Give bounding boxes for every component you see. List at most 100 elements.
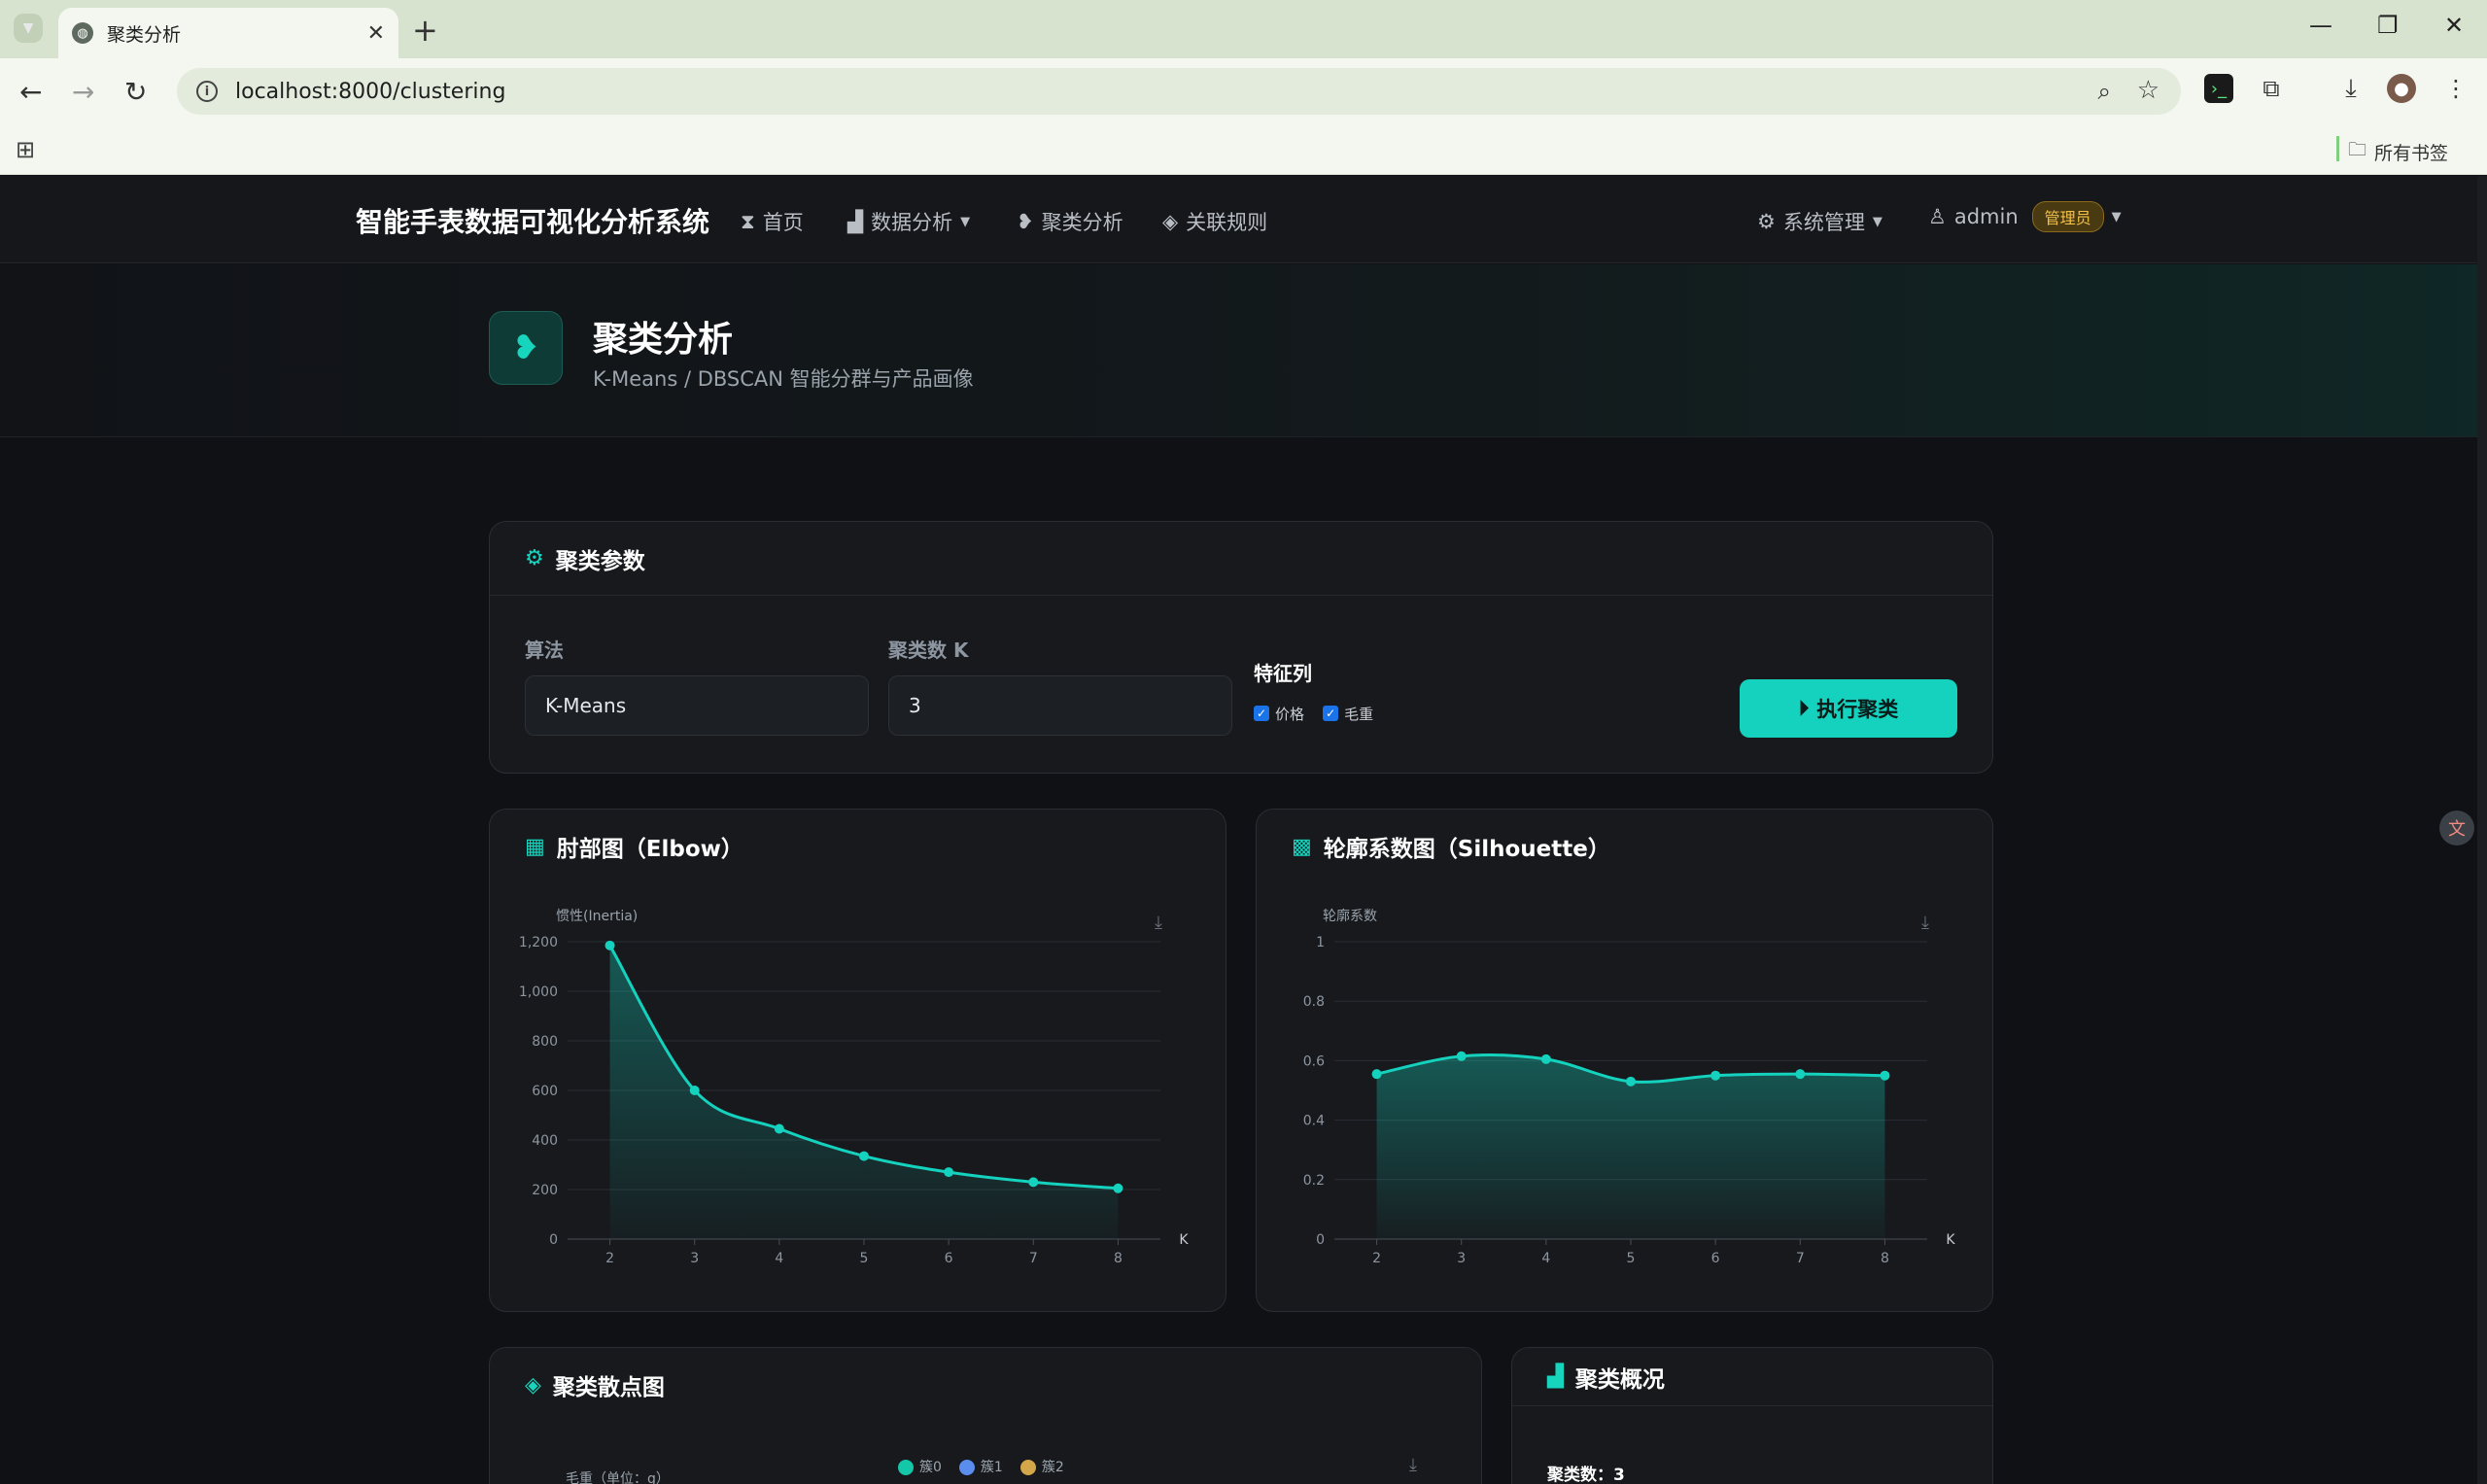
y-axis-label: 轮廓系数 xyxy=(1323,908,1377,924)
globe-icon: ◍ xyxy=(72,22,93,44)
cluster-count-row: 聚类数：3 xyxy=(1547,1461,1625,1484)
back-icon[interactable]: ← xyxy=(19,76,42,108)
download-chart-icon[interactable]: ⤓ xyxy=(1409,1455,1417,1475)
y-tick-label: 800 xyxy=(532,1034,558,1050)
more-menu-icon[interactable]: ⋮ xyxy=(2441,74,2470,103)
nav-item-clustering[interactable]: ❥ 聚类分析 xyxy=(1017,207,1123,236)
bookmarks-bar: ⊞ 🗀 所有书签 xyxy=(0,126,2487,175)
silhouette-chart-card: ▩ 轮廓系数图（Silhouette） ⤓ 0 0.2 0.4 0.6 0.8 1 轮廓系数… xyxy=(1256,809,1993,1312)
profile-avatar-icon[interactable]: ● xyxy=(2387,74,2416,103)
feature-label: 价格 xyxy=(1275,705,1305,723)
y-tick-label: 600 xyxy=(532,1084,558,1099)
y-tick-label: 1,200 xyxy=(519,935,558,950)
cluster-count-label: 聚类数： xyxy=(1547,1466,1613,1484)
nav-item-label: 关联规则 xyxy=(1186,211,1268,234)
feature-label: 毛重 xyxy=(1344,705,1374,723)
params-card-header: ⚙ 聚类参数 xyxy=(490,522,1992,596)
apps-grid-icon[interactable]: ⊞ xyxy=(16,136,35,163)
nav-item-label: 首页 xyxy=(762,211,804,234)
forward-icon[interactable]: → xyxy=(72,76,94,108)
thumbs-down-icon: ❥ xyxy=(489,311,563,385)
x-tick-label: 2 xyxy=(1372,1251,1381,1266)
tab-search-button[interactable]: ▼ xyxy=(14,14,43,43)
nav-item-system-admin[interactable]: ⚙ 系统管理 ▼ xyxy=(1757,207,1883,236)
minimize-icon[interactable]: — xyxy=(2309,12,2332,39)
window-close-icon[interactable]: ✕ xyxy=(2444,12,2464,39)
legend-label: 簇1 xyxy=(980,1460,1003,1475)
close-icon[interactable]: ✕ xyxy=(367,21,385,46)
gear-icon: ⚙ xyxy=(1757,210,1776,233)
caret-down-icon: ▼ xyxy=(960,214,971,229)
legend-label: 簇2 xyxy=(1041,1460,1064,1475)
bookmark-separator xyxy=(2336,136,2339,161)
nav-item-label: 数据分析 xyxy=(871,211,953,234)
nav-item-home[interactable]: ⧗ 首页 xyxy=(741,207,804,236)
data-point xyxy=(604,940,615,950)
checkbox-checked-icon: ✓ xyxy=(1254,706,1269,721)
legend-item-cluster0[interactable]: 簇0 xyxy=(898,1457,942,1476)
site-info-icon[interactable]: i xyxy=(196,81,218,102)
legend-item-cluster1[interactable]: 簇1 xyxy=(958,1457,1003,1476)
y-tick-label: 0.4 xyxy=(1303,1114,1325,1129)
legend-dot xyxy=(898,1460,914,1475)
legend-label: 簇0 xyxy=(919,1460,942,1475)
nav-item-association-rules[interactable]: ◈ 关联规则 xyxy=(1162,207,1267,236)
elbow-card-header: ▦ 肘部图（Elbow） xyxy=(490,810,1226,883)
star-icon[interactable]: ☆ xyxy=(2137,76,2159,105)
x-tick-label: 4 xyxy=(775,1251,783,1266)
x-tick-label: 7 xyxy=(1796,1251,1805,1266)
address-bar[interactable]: i localhost:8000/clustering ⌕ ☆ xyxy=(177,68,2181,115)
translate-float-icon[interactable]: 文 xyxy=(2439,811,2474,846)
user-icon: ♙ xyxy=(1928,205,1947,228)
play-circle-icon: ⏵ xyxy=(1798,696,1810,720)
x-tick-label: 8 xyxy=(1114,1251,1123,1266)
zoom-icon[interactable]: ⌕ xyxy=(2098,78,2111,105)
data-point xyxy=(859,1151,869,1161)
x-tick-label: 5 xyxy=(1627,1251,1636,1266)
data-point xyxy=(774,1123,784,1134)
feature-checkbox-price[interactable]: ✓ 价格 xyxy=(1254,704,1304,724)
k-input[interactable]: 3 xyxy=(888,675,1232,736)
data-point xyxy=(1795,1069,1806,1080)
hourglass-icon: ⧗ xyxy=(741,209,755,233)
page-scrollbar[interactable] xyxy=(2477,176,2487,1484)
x-tick-label: 5 xyxy=(860,1251,869,1266)
x-tick-label: 8 xyxy=(1881,1251,1889,1266)
nav-item-label: 系统管理 xyxy=(1782,211,1865,234)
user-name: admin xyxy=(1953,205,2019,228)
gamepad-icon: ◈ xyxy=(1162,210,1179,233)
legend-item-cluster2[interactable]: 簇2 xyxy=(1019,1457,1064,1476)
silhouette-card-header: ▩ 轮廓系数图（Silhouette） xyxy=(1257,810,1992,883)
run-clustering-button[interactable]: ⏵ 执行聚类 xyxy=(1740,679,1957,738)
page-subtitle: K-Means / DBSCAN 智能分群与产品画像 xyxy=(593,367,974,391)
extensions-puzzle-icon[interactable]: ⧉ xyxy=(2257,74,2286,103)
nav-item-data-analysis[interactable]: ▟ 数据分析 ▼ xyxy=(847,207,970,236)
run-button-label: 执行聚类 xyxy=(1816,698,1899,721)
user-menu[interactable]: ♙ admin 管理员 ▼ xyxy=(1928,201,2122,232)
y-tick-label: 0 xyxy=(549,1232,558,1248)
y-tick-label: 0 xyxy=(1316,1232,1325,1248)
algo-select[interactable]: K-Means xyxy=(525,675,869,736)
silhouette-chart: 0 0.2 0.4 0.6 0.8 1 轮廓系数 2 3 4 5 6 7 8 K xyxy=(1303,908,1956,1266)
x-tick-label: 3 xyxy=(1457,1251,1466,1266)
y-tick-label: 200 xyxy=(532,1183,558,1198)
brand-title[interactable]: 智能手表数据可视化分析系统 xyxy=(356,201,709,240)
gear-icon: ⚙ xyxy=(525,546,544,570)
all-bookmarks-folder[interactable]: 🗀 所有书签 xyxy=(2348,136,2448,167)
browser-tabstrip: ▼ ◍ 聚类分析 ✕ + — ❐ ✕ xyxy=(0,0,2487,58)
scatter-y-axis-label: 毛重（单位：g） xyxy=(566,1471,670,1484)
new-tab-button[interactable]: + xyxy=(412,12,438,49)
data-point xyxy=(944,1167,954,1178)
terminal-extension-icon[interactable]: ›_ xyxy=(2204,74,2233,103)
summary-card-title: 聚类概况 xyxy=(1574,1366,1665,1393)
folder-icon: 🗀 xyxy=(2347,139,2366,160)
data-point xyxy=(1371,1069,1382,1080)
restore-icon[interactable]: ❐ xyxy=(2377,12,2399,39)
browser-tab-active[interactable]: ◍ 聚类分析 ✕ xyxy=(58,8,398,58)
y-tick-label: 0.2 xyxy=(1303,1173,1325,1189)
reload-icon[interactable]: ↻ xyxy=(124,76,147,108)
tab-title: 聚类分析 xyxy=(107,23,182,46)
download-icon[interactable]: ⤓ xyxy=(2336,74,2366,103)
feature-checkbox-weight[interactable]: ✓ 毛重 xyxy=(1323,704,1373,724)
silhouette-card-title: 轮廓系数图（Silhouette） xyxy=(1323,837,1610,862)
